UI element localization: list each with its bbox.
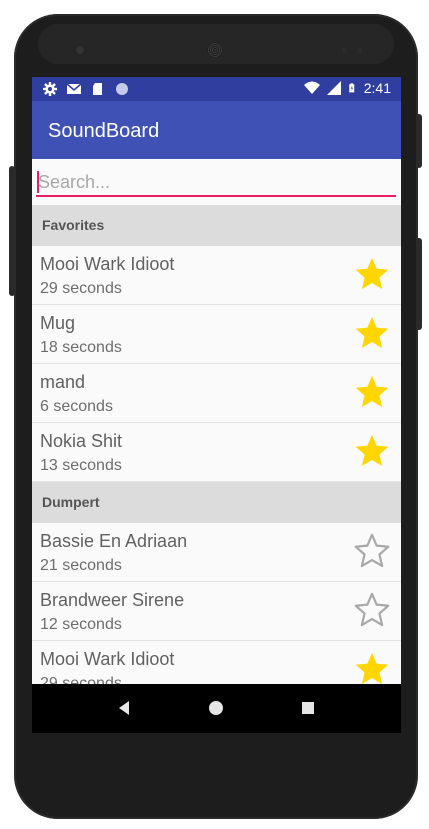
sound-list-item[interactable]: Bassie En Adriaan 21 seconds	[32, 523, 401, 582]
search-input[interactable]	[36, 169, 396, 197]
star-filled-icon[interactable]	[353, 432, 391, 470]
light-sensor	[357, 48, 362, 53]
sound-duration: 6 seconds	[40, 398, 113, 415]
battery-icon	[349, 83, 354, 93]
earpiece-speaker	[207, 42, 223, 58]
power-button	[416, 114, 422, 168]
sound-list-item[interactable]: Brandweer Sirene 12 seconds	[32, 582, 401, 641]
section-header: Favorites	[32, 205, 401, 246]
settings-icon	[43, 82, 57, 96]
sound-duration: 21 seconds	[40, 557, 122, 574]
sound-duration: 18 seconds	[40, 339, 122, 356]
star-outline-icon[interactable]	[353, 532, 391, 570]
sound-duration: 29 seconds	[40, 280, 122, 297]
wifi-icon	[303, 81, 320, 94]
sound-list: Favorites Mooi Wark Idioot 29 seconds Mug 18…	[32, 205, 401, 700]
sound-list-item[interactable]: Mug 18 seconds	[32, 305, 401, 364]
sound-title: Brandweer Sirene	[40, 590, 185, 610]
sound-duration: 12 seconds	[40, 616, 122, 633]
star-filled-icon[interactable]	[353, 373, 391, 411]
section-header: Dumpert	[32, 482, 401, 523]
sound-title: Nokia Shit	[40, 431, 123, 451]
home-icon[interactable]	[209, 701, 223, 715]
sound-list-item[interactable]: Mooi Wark Idioot 29 seconds	[32, 246, 401, 305]
proximity-sensor	[342, 48, 347, 53]
sound-list-item[interactable]: mand 6 seconds	[32, 364, 401, 423]
front-camera	[76, 46, 84, 54]
status-right-icons: 2:41	[303, 80, 391, 96]
sd-card-icon	[93, 83, 102, 95]
navigation-bar	[32, 684, 401, 733]
sound-duration: 13 seconds	[40, 457, 122, 474]
search-bar	[32, 159, 401, 205]
app-title: SoundBoard	[48, 120, 160, 142]
sound-title: Mooi Wark Idioot	[40, 254, 175, 274]
star-outline-icon[interactable]	[353, 591, 391, 629]
sound-title: mand	[40, 372, 86, 392]
status-time: 2:41	[363, 80, 391, 96]
screen: 2:41 SoundBoard FavoritesMooi Wark Idioo…	[32, 77, 401, 733]
mail-icon	[66, 83, 82, 94]
text-cursor	[37, 171, 39, 193]
recents-icon[interactable]	[302, 702, 314, 714]
status-left-icons	[42, 81, 130, 97]
sound-title: Mooi Wark Idioot	[40, 649, 175, 669]
side-button	[416, 238, 422, 330]
sound-title: Bassie En Adriaan	[40, 531, 188, 551]
star-filled-icon[interactable]	[353, 314, 391, 352]
sync-icon	[116, 83, 128, 95]
signal-icon	[326, 81, 341, 95]
star-filled-icon[interactable]	[353, 255, 391, 293]
back-icon[interactable]	[117, 700, 131, 716]
sound-list-item[interactable]: Nokia Shit 13 seconds	[32, 423, 401, 482]
app-bar: SoundBoard	[32, 101, 401, 159]
sound-title: Mug	[40, 313, 76, 333]
volume-button	[9, 166, 15, 296]
star-filled-icon[interactable]	[353, 650, 391, 688]
status-bar: 2:41	[32, 77, 401, 101]
